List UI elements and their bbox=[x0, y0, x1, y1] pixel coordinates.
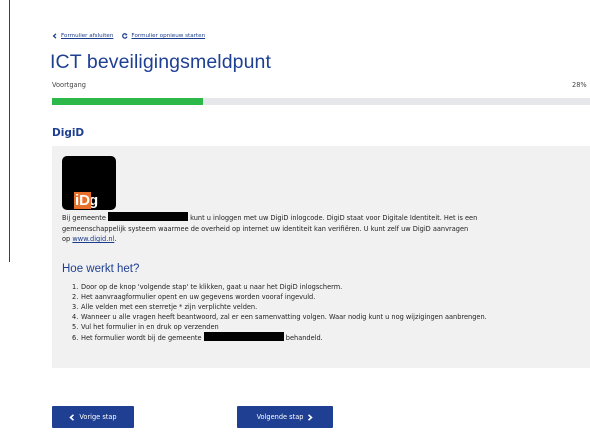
info-panel: DigiD Bij gemeente kunt u inloggen met u… bbox=[52, 146, 590, 368]
close-form-link[interactable]: Formulier afsluiten bbox=[52, 33, 113, 39]
list-item: 4. Wanneer u alle vragen heeft beantwoord… bbox=[72, 313, 487, 322]
progress-bar bbox=[52, 98, 590, 105]
intro-text: Bij gemeente kunt u inloggen met uw Digi… bbox=[62, 212, 478, 243]
left-border-line bbox=[9, 0, 10, 262]
list-item: 6. Het formulier wordt bij de gemeente be… bbox=[72, 332, 323, 343]
redacted-municipality bbox=[203, 332, 284, 342]
steps-list: 1. Door op de knop 'volgende stap' te kli… bbox=[72, 282, 487, 343]
progress-percent: 28% bbox=[572, 81, 587, 89]
restart-form-link[interactable]: Formulier opnieuw starten bbox=[122, 33, 205, 39]
form-nav-links: Formulier afsluiten Formulier opnieuw st… bbox=[52, 33, 205, 39]
close-form-label: Formulier afsluiten bbox=[61, 33, 114, 39]
digid-logo: DigiD bbox=[62, 156, 116, 210]
chevron-left-icon bbox=[52, 33, 57, 39]
list-item: 2. Het aanvraagformulier opent en uw gege… bbox=[72, 293, 316, 302]
refresh-icon bbox=[122, 33, 128, 39]
next-step-button[interactable]: Volgende stap bbox=[237, 406, 333, 428]
list-item: 5. Vul het formulier in en druk op verzen… bbox=[72, 323, 219, 332]
how-it-works-heading: Hoe werkt het? bbox=[62, 263, 140, 275]
list-item: 3. Alle velden met een sterretje * zijn v… bbox=[72, 303, 258, 312]
next-step-label: Volgende stap bbox=[256, 413, 304, 421]
page-title: ICT beveiligingsmeldpunt bbox=[50, 51, 271, 73]
progress-bar-fill bbox=[52, 98, 203, 105]
previous-step-button[interactable]: Vorige stap bbox=[52, 406, 134, 428]
chevron-left-icon bbox=[69, 413, 75, 421]
previous-step-label: Vorige stap bbox=[79, 413, 117, 421]
progress-label: Voortgang bbox=[52, 81, 86, 89]
list-item: 1. Door op de knop 'volgende stap' te kli… bbox=[72, 283, 343, 291]
restart-form-label: Formulier opnieuw starten bbox=[131, 33, 206, 39]
section-heading: DigiD bbox=[52, 127, 85, 139]
chevron-right-icon bbox=[308, 413, 314, 421]
redacted-municipality bbox=[108, 212, 188, 221]
digid-link[interactable]: www.digid.nl bbox=[72, 235, 114, 243]
